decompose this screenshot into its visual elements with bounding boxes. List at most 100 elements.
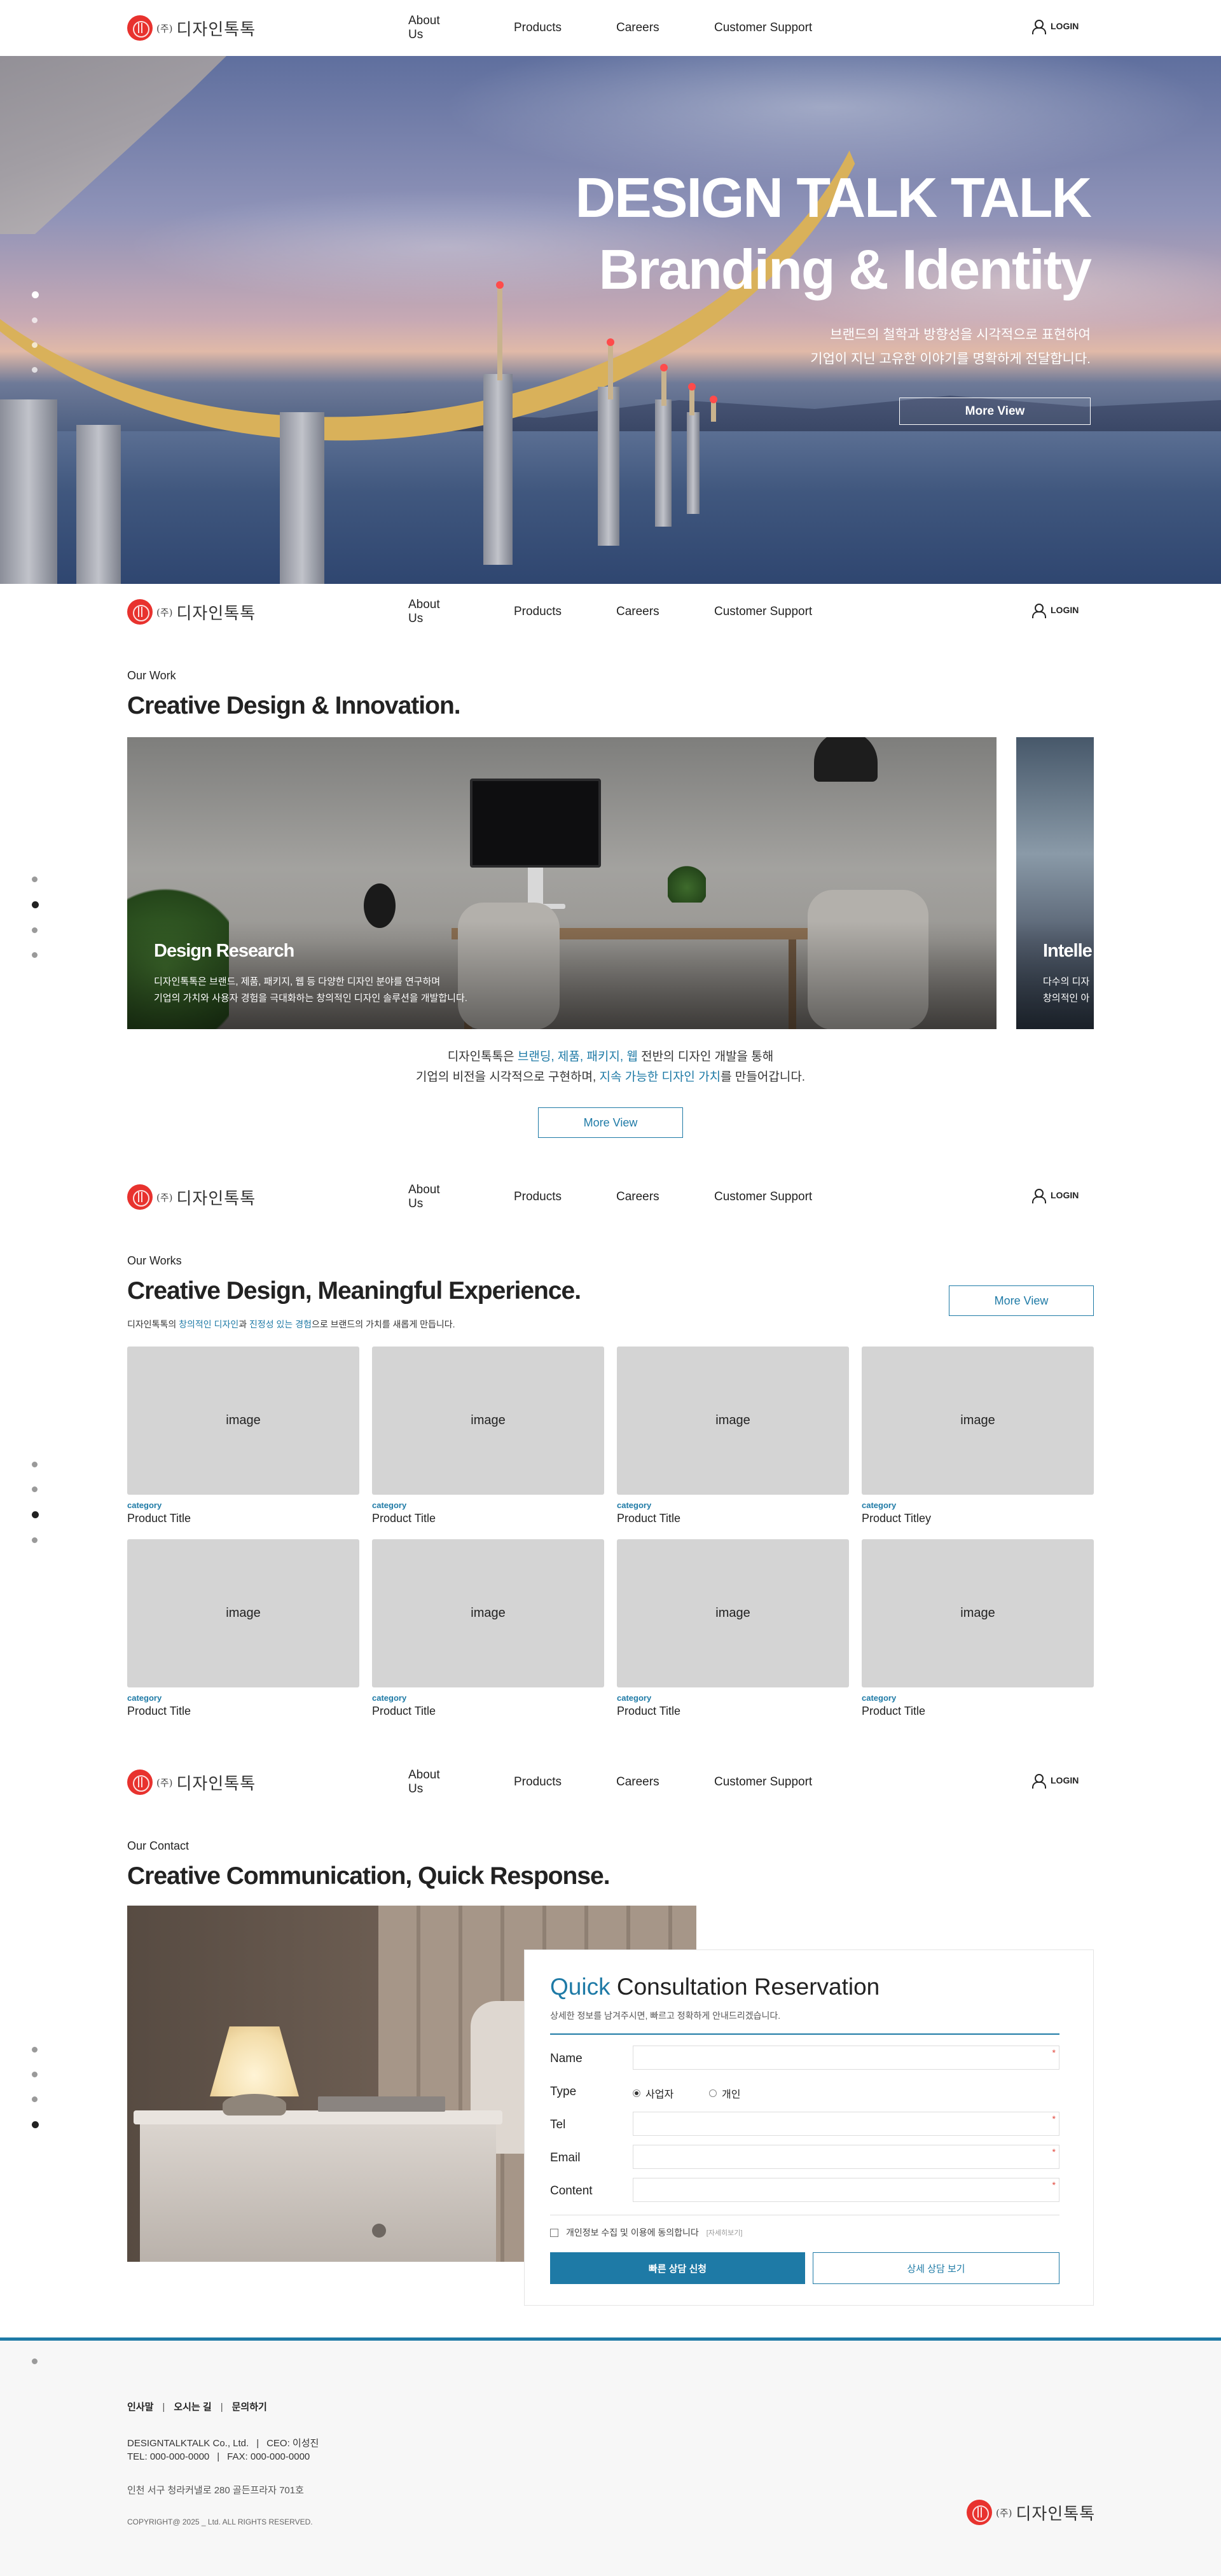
pager-dot[interactable] — [32, 317, 38, 323]
agree-checkbox[interactable] — [550, 2228, 558, 2237]
logo[interactable]: (주) 디자인톡톡 — [127, 599, 256, 625]
works-more-view-button[interactable]: More View — [949, 1285, 1094, 1316]
product-card[interactable]: image category Product Title — [372, 1347, 604, 1525]
name-input[interactable]: * — [633, 2046, 1059, 2070]
radio-label: 개인 — [722, 2089, 741, 2100]
pager-dot[interactable] — [32, 367, 38, 373]
product-card[interactable]: image category Product Title — [862, 1539, 1094, 1718]
book-illustration — [318, 2096, 445, 2112]
copyright: COPYRIGHT@ 2025 _ Ltd. ALL RIGHTS RESERV… — [127, 2517, 313, 2526]
nightstand-knob — [372, 2224, 386, 2238]
company-tel: TEL: 000-000-0000 — [127, 2451, 210, 2462]
pager-dot[interactable] — [32, 1511, 39, 1518]
nav-products[interactable]: Products — [514, 1190, 562, 1204]
work-card-design-research[interactable]: Design Research 디자인톡톡은 브랜드, 제품, 패키지, 웹 등… — [127, 737, 997, 1029]
logo[interactable]: (주) 디자인톡톡 — [127, 1769, 256, 1795]
text: 과 — [238, 1319, 250, 1329]
pager-dot[interactable] — [32, 2121, 39, 2128]
logo[interactable]: (주) 디자인톡톡 — [127, 15, 256, 41]
nav-careers[interactable]: Careers — [616, 1190, 659, 1204]
product-card[interactable]: image category Product Title — [617, 1539, 849, 1718]
nav-about-us[interactable]: About Us — [408, 14, 440, 42]
radio-business[interactable]: 사업자 — [633, 2086, 673, 2101]
nav-about-us[interactable]: About Us — [408, 1768, 440, 1796]
email-input[interactable]: * — [633, 2145, 1059, 2169]
radio-personal[interactable]: 개인 — [709, 2086, 740, 2101]
pager-dot[interactable] — [32, 901, 39, 908]
hero-tower — [660, 364, 668, 406]
nav-customer-support[interactable]: Customer Support — [714, 1775, 812, 1789]
pager-dot[interactable] — [32, 1537, 38, 1543]
plant-illustration — [668, 864, 706, 903]
logo-text: 디자인톡톡 — [176, 1189, 256, 1208]
pager-dot[interactable] — [32, 952, 38, 958]
footer-link-inquiry[interactable]: 문의하기 — [232, 2402, 267, 2413]
nav-products[interactable]: Products — [514, 605, 562, 619]
pager-dot[interactable] — [32, 1462, 38, 1467]
hero-more-view-button[interactable]: More View — [899, 398, 1091, 425]
pager-dot[interactable] — [32, 291, 39, 298]
table-lamp-illustration — [210, 2026, 299, 2096]
logo-text: 디자인톡톡 — [176, 604, 256, 623]
nav-products[interactable]: Products — [514, 21, 562, 35]
site-footer: 인사말 | 오시는 길 | 문의하기 DESIGNTALKTALK Co., Ltd. |… — [0, 2337, 1221, 2576]
section-eyebrow: Our Contact — [127, 1839, 190, 1852]
work-card-description: 디자인톡톡은 브랜드, 제품, 패키지, 웹 등 다양한 디자인 분야를 연구하… — [154, 974, 467, 1007]
section-pager — [32, 291, 39, 392]
nav-products[interactable]: Products — [514, 1775, 562, 1789]
work-description: 디자인톡톡은 브랜딩, 제품, 패키지, 웹 전반의 디자인 개발을 통해 기업… — [0, 1047, 1221, 1088]
pager-dot[interactable] — [32, 2072, 38, 2077]
quick-consult-submit-button[interactable]: 빠른 상담 신청 — [550, 2252, 805, 2284]
product-category: category — [127, 1500, 162, 1510]
pager-dot[interactable] — [32, 876, 38, 882]
product-image-placeholder: image — [617, 1539, 849, 1687]
product-image-placeholder: image — [127, 1539, 359, 1687]
nav-about-us[interactable]: About Us — [408, 1183, 440, 1211]
product-card[interactable]: image category Product Title — [127, 1539, 359, 1718]
work-desc-line: 디자인톡톡은 브랜딩, 제품, 패키지, 웹 전반의 디자인 개발을 통해 — [0, 1047, 1221, 1067]
pager-dot[interactable] — [32, 2047, 38, 2053]
product-card[interactable]: image category Product Titley — [862, 1347, 1094, 1525]
product-title: Product Title — [127, 1705, 191, 1717]
pager-dot[interactable] — [32, 1486, 38, 1492]
pager-dot[interactable] — [32, 927, 38, 933]
nav-careers[interactable]: Careers — [616, 1775, 659, 1789]
product-card[interactable]: image category Product Title — [372, 1539, 604, 1718]
agree-detail-link[interactable]: [자세히보기] — [707, 2227, 743, 2238]
login-button[interactable]: LOGIN — [1031, 603, 1079, 618]
login-button[interactable]: LOGIN — [1031, 19, 1079, 34]
footer-link-greeting[interactable]: 인사말 — [127, 2402, 153, 2413]
product-card[interactable]: image category Product Title — [127, 1347, 359, 1525]
pager-dot[interactable] — [32, 342, 38, 348]
nav-customer-support[interactable]: Customer Support — [714, 1190, 812, 1204]
nav-careers[interactable]: Careers — [616, 21, 659, 35]
hero-tower — [496, 281, 504, 380]
consultation-form: Quick Consultation Reservation 상세한 정보를 남… — [524, 1949, 1094, 2306]
section-title: Creative Communication, Quick Response. — [127, 1862, 610, 1890]
product-card[interactable]: image category Product Title — [617, 1347, 849, 1525]
nav-about-us[interactable]: About Us — [408, 598, 440, 626]
section-eyebrow: Our Works — [127, 1254, 182, 1267]
detail-consult-button[interactable]: 상세 상담 보기 — [813, 2252, 1059, 2284]
type-label: Type — [550, 2085, 577, 2098]
logo[interactable]: (주) 디자인톡톡 — [127, 1184, 256, 1210]
footer-logo[interactable]: (주) 디자인톡톡 — [967, 2500, 1095, 2525]
hero-tower — [710, 396, 717, 422]
monitor-stand — [528, 868, 543, 906]
login-label: LOGIN — [1051, 1190, 1079, 1200]
login-button[interactable]: LOGIN — [1031, 1188, 1079, 1203]
footer-link-directions[interactable]: 오시는 길 — [174, 2402, 211, 2413]
hero-pillar — [687, 412, 700, 514]
pager-dot[interactable] — [32, 2096, 38, 2102]
nav-careers[interactable]: Careers — [616, 605, 659, 619]
privacy-agree[interactable]: 개인정보 수집 및 이용에 동의합니다 [자세히보기] — [550, 2226, 742, 2239]
nav-customer-support[interactable]: Customer Support — [714, 21, 812, 35]
login-button[interactable]: LOGIN — [1031, 1773, 1079, 1789]
tel-input[interactable]: * — [633, 2112, 1059, 2136]
content-input[interactable]: * — [633, 2178, 1059, 2202]
work-more-view-button[interactable]: More View — [538, 1107, 683, 1138]
nav-customer-support[interactable]: Customer Support — [714, 605, 812, 619]
pager-dot[interactable] — [32, 2358, 38, 2364]
work-card-next[interactable]: Intelle 다수의 디자 창의적인 아 — [1016, 737, 1094, 1029]
text: 기업의 비전을 시각적으로 구현하며, — [415, 1070, 600, 1084]
